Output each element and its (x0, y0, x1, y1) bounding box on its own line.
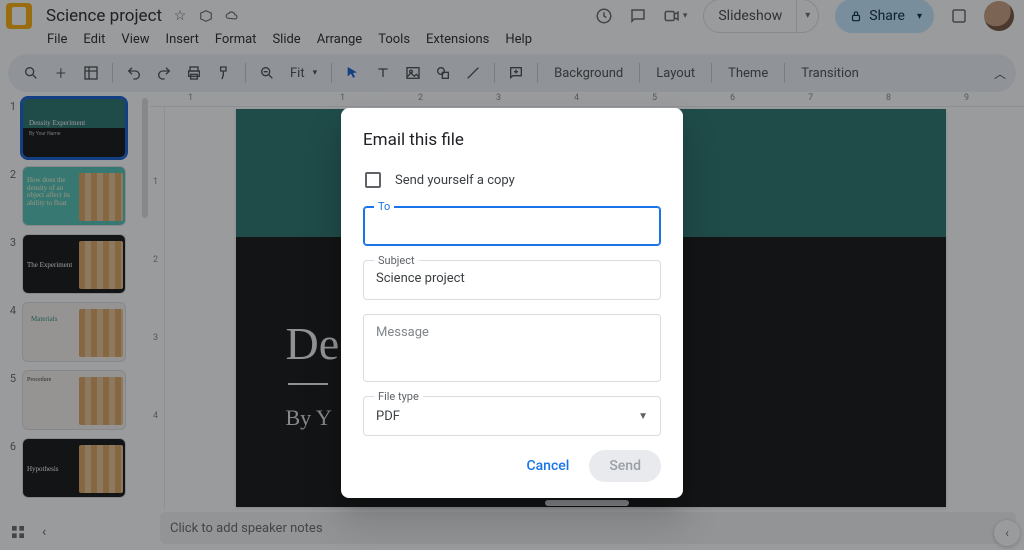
subject-label: Subject (374, 254, 419, 267)
send-button[interactable]: Send (589, 450, 661, 482)
filetype-select[interactable]: File type PDF ▼ (363, 396, 661, 436)
send-copy-checkbox[interactable] (365, 172, 381, 188)
subject-value: Science project (376, 271, 465, 286)
send-copy-label: Send yourself a copy (395, 173, 515, 188)
email-file-dialog: Email this file Send yourself a copy To … (341, 108, 683, 498)
filetype-label: File type (374, 390, 423, 403)
cancel-button[interactable]: Cancel (514, 450, 581, 482)
subject-field[interactable]: Subject Science project (363, 260, 661, 300)
to-field[interactable]: To (363, 206, 661, 246)
message-field[interactable]: Message (363, 314, 661, 382)
modal-overlay[interactable]: Email this file Send yourself a copy To … (0, 0, 1024, 550)
chevron-down-icon: ▼ (638, 411, 648, 422)
dialog-title: Email this file (363, 130, 661, 150)
to-label: To (374, 200, 394, 213)
message-placeholder: Message (376, 325, 429, 340)
filetype-value: PDF (376, 409, 400, 424)
